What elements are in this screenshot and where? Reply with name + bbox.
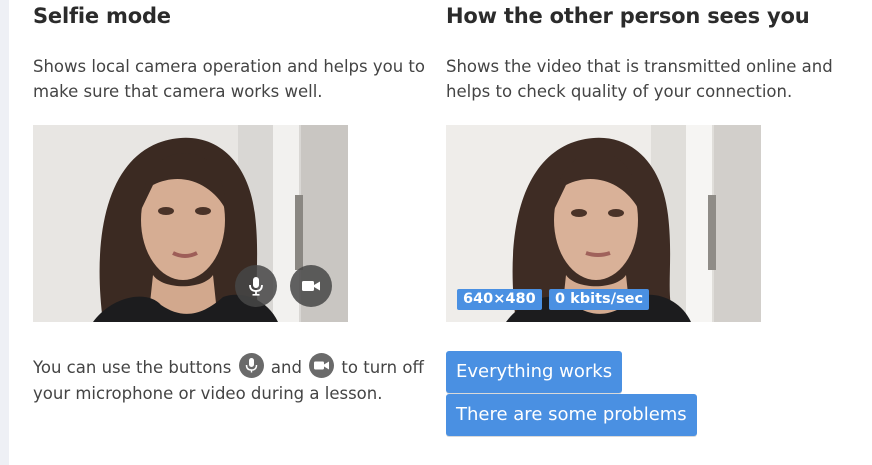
video-camera-icon: [302, 281, 320, 291]
hint-text-part3: to turn off: [341, 358, 424, 377]
controls-hint-text: You can use the buttons and to turn off …: [33, 353, 424, 406]
controls-hint-line2: your microphone or video during a lesson…: [33, 384, 383, 403]
resolution-badge: 640×480: [457, 289, 542, 310]
remote-video-preview: 640×480 0 kbits/sec: [446, 125, 761, 322]
everything-works-button[interactable]: Everything works: [446, 351, 623, 393]
selfie-mode-title: Selfie mode: [33, 4, 171, 28]
video-toggle-button[interactable]: [290, 265, 332, 307]
microphone-icon: [249, 277, 263, 296]
left-border-strip: [0, 0, 9, 465]
selfie-description-line2: make sure that camera works well.: [33, 82, 323, 101]
remote-view-title: How the other person sees you: [446, 4, 810, 28]
remote-description-line2: helps to check quality of your connectio…: [446, 82, 793, 101]
remote-view-description: Shows the video that is transmitted onli…: [446, 54, 833, 104]
microphone-toggle-button[interactable]: [235, 265, 277, 307]
controls-hint-line1: You can use the buttons and to turn off: [33, 353, 424, 381]
hint-text-part2: and: [270, 358, 302, 377]
video-camera-icon: [309, 353, 335, 378]
remote-description-line1: Shows the video that is transmitted onli…: [446, 57, 833, 76]
some-problems-button[interactable]: There are some problems: [446, 394, 697, 436]
local-camera-preview: [33, 125, 348, 322]
selfie-description-line1: Shows local camera operation and helps y…: [33, 57, 425, 76]
microphone-icon: [238, 353, 264, 378]
bitrate-badge: 0 kbits/sec: [549, 289, 650, 310]
selfie-mode-description: Shows local camera operation and helps y…: [33, 54, 425, 104]
hint-text-part1: You can use the buttons: [33, 358, 232, 377]
